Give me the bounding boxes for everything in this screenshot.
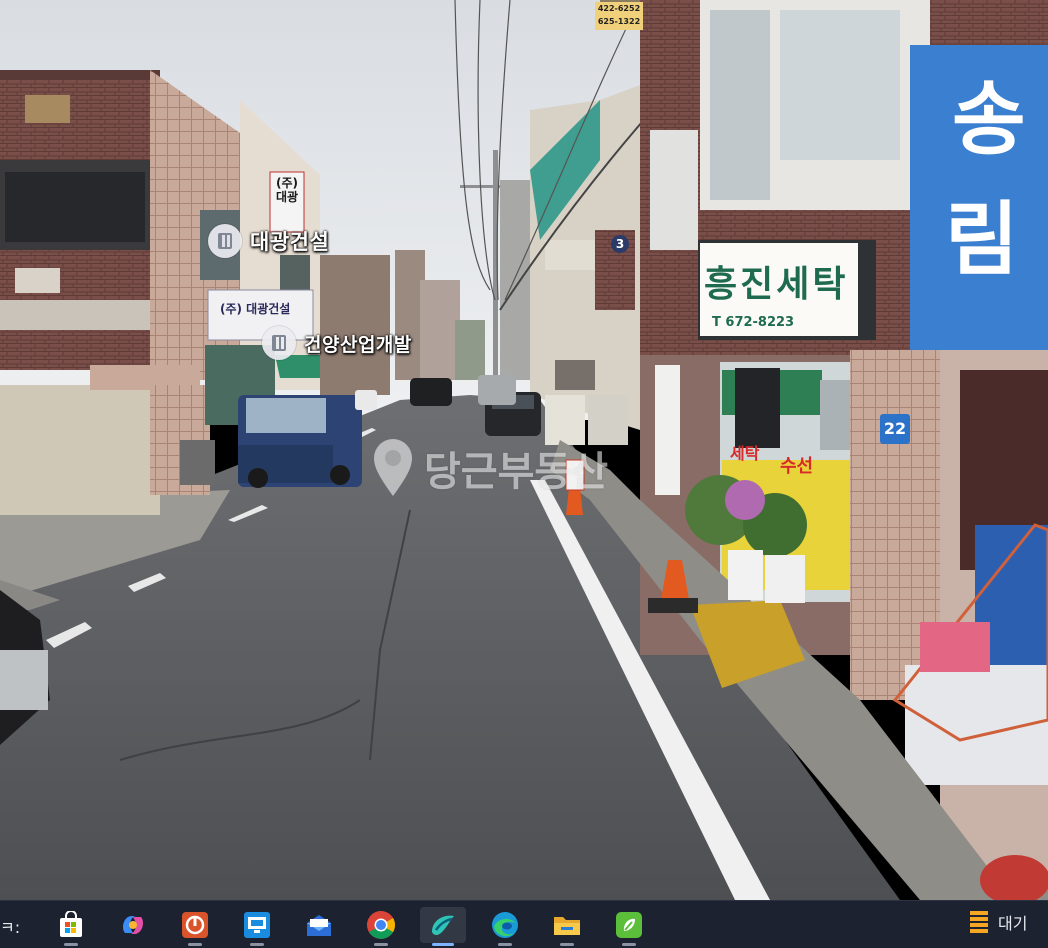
office-app-icon [182,912,208,938]
status-bars-icon [970,911,988,933]
taskbar-status-area[interactable]: 대기 [968,909,1027,935]
microsoft-store-icon [60,911,82,937]
window-text-repair: 수선 [780,456,814,477]
watermark-text: 당근부동산 [424,449,608,495]
taskbar-green-app-button[interactable] [606,907,652,946]
edge-icon [492,912,518,938]
building-number-plate: 3 [611,235,629,253]
taskbar-mail-button[interactable] [296,907,342,943]
active-app-icon [432,915,454,935]
carrot-logo-icon [372,438,414,498]
address-plate: 22 [880,414,910,444]
taskbar-active-app-button[interactable] [420,907,466,946]
file-explorer-icon [554,917,580,935]
poi-marker-daegwang[interactable]: 대광건설 [208,224,329,258]
taskbar: ㅋ: 대기 [0,900,1048,948]
vertical-sign: (주)대광 [275,176,299,204]
top-sign: 422-6252 625-1322 [595,2,643,30]
building-icon [262,326,296,360]
window-text-laundry: 세탁 [730,444,760,463]
taskbar-copilot-button[interactable] [110,907,156,943]
chrome-icon [367,911,395,939]
taskbar-status-text: 대기 [998,914,1028,933]
top-sign-phone-1: 422-6252 [597,4,641,13]
poi-label: 건양산업개발 [304,333,412,356]
laundry-sign-name: 흥진세탁 [704,264,849,305]
street-view-panorama[interactable]: 422-6252 625-1322 (주)대광 (주) 대광건설 흥진세탁 T … [0,0,1048,900]
blue-sign-char-2: 림 [945,193,1019,286]
taskbar-office-button[interactable] [172,907,218,946]
taskbar-file-explorer-button[interactable] [544,907,590,946]
taskbar-edge-button[interactable] [482,907,528,946]
copilot-icon [123,916,143,934]
building-icon [208,224,242,258]
daegwang-sign: (주) 대광건설 [220,302,291,316]
poi-marker-geonyang[interactable]: 건양산업개발 [262,326,412,360]
top-sign-phone-2: 625-1322 [597,17,641,26]
taskbar-left-text[interactable]: ㅋ: [0,914,20,938]
taskbar-chrome-button[interactable] [358,907,404,946]
green-app-icon [616,912,642,938]
taskbar-store-button[interactable] [48,907,94,946]
taskbar-remote-desktop-button[interactable] [234,907,280,946]
poi-label: 대광건설 [250,230,330,254]
remote-desktop-icon [244,912,270,938]
mail-app-icon [307,915,331,936]
watermark: 당근부동산 [372,438,608,498]
blue-sign-char-1: 송 [952,73,1026,166]
laundry-sign-phone: T 672-8223 [712,315,795,330]
